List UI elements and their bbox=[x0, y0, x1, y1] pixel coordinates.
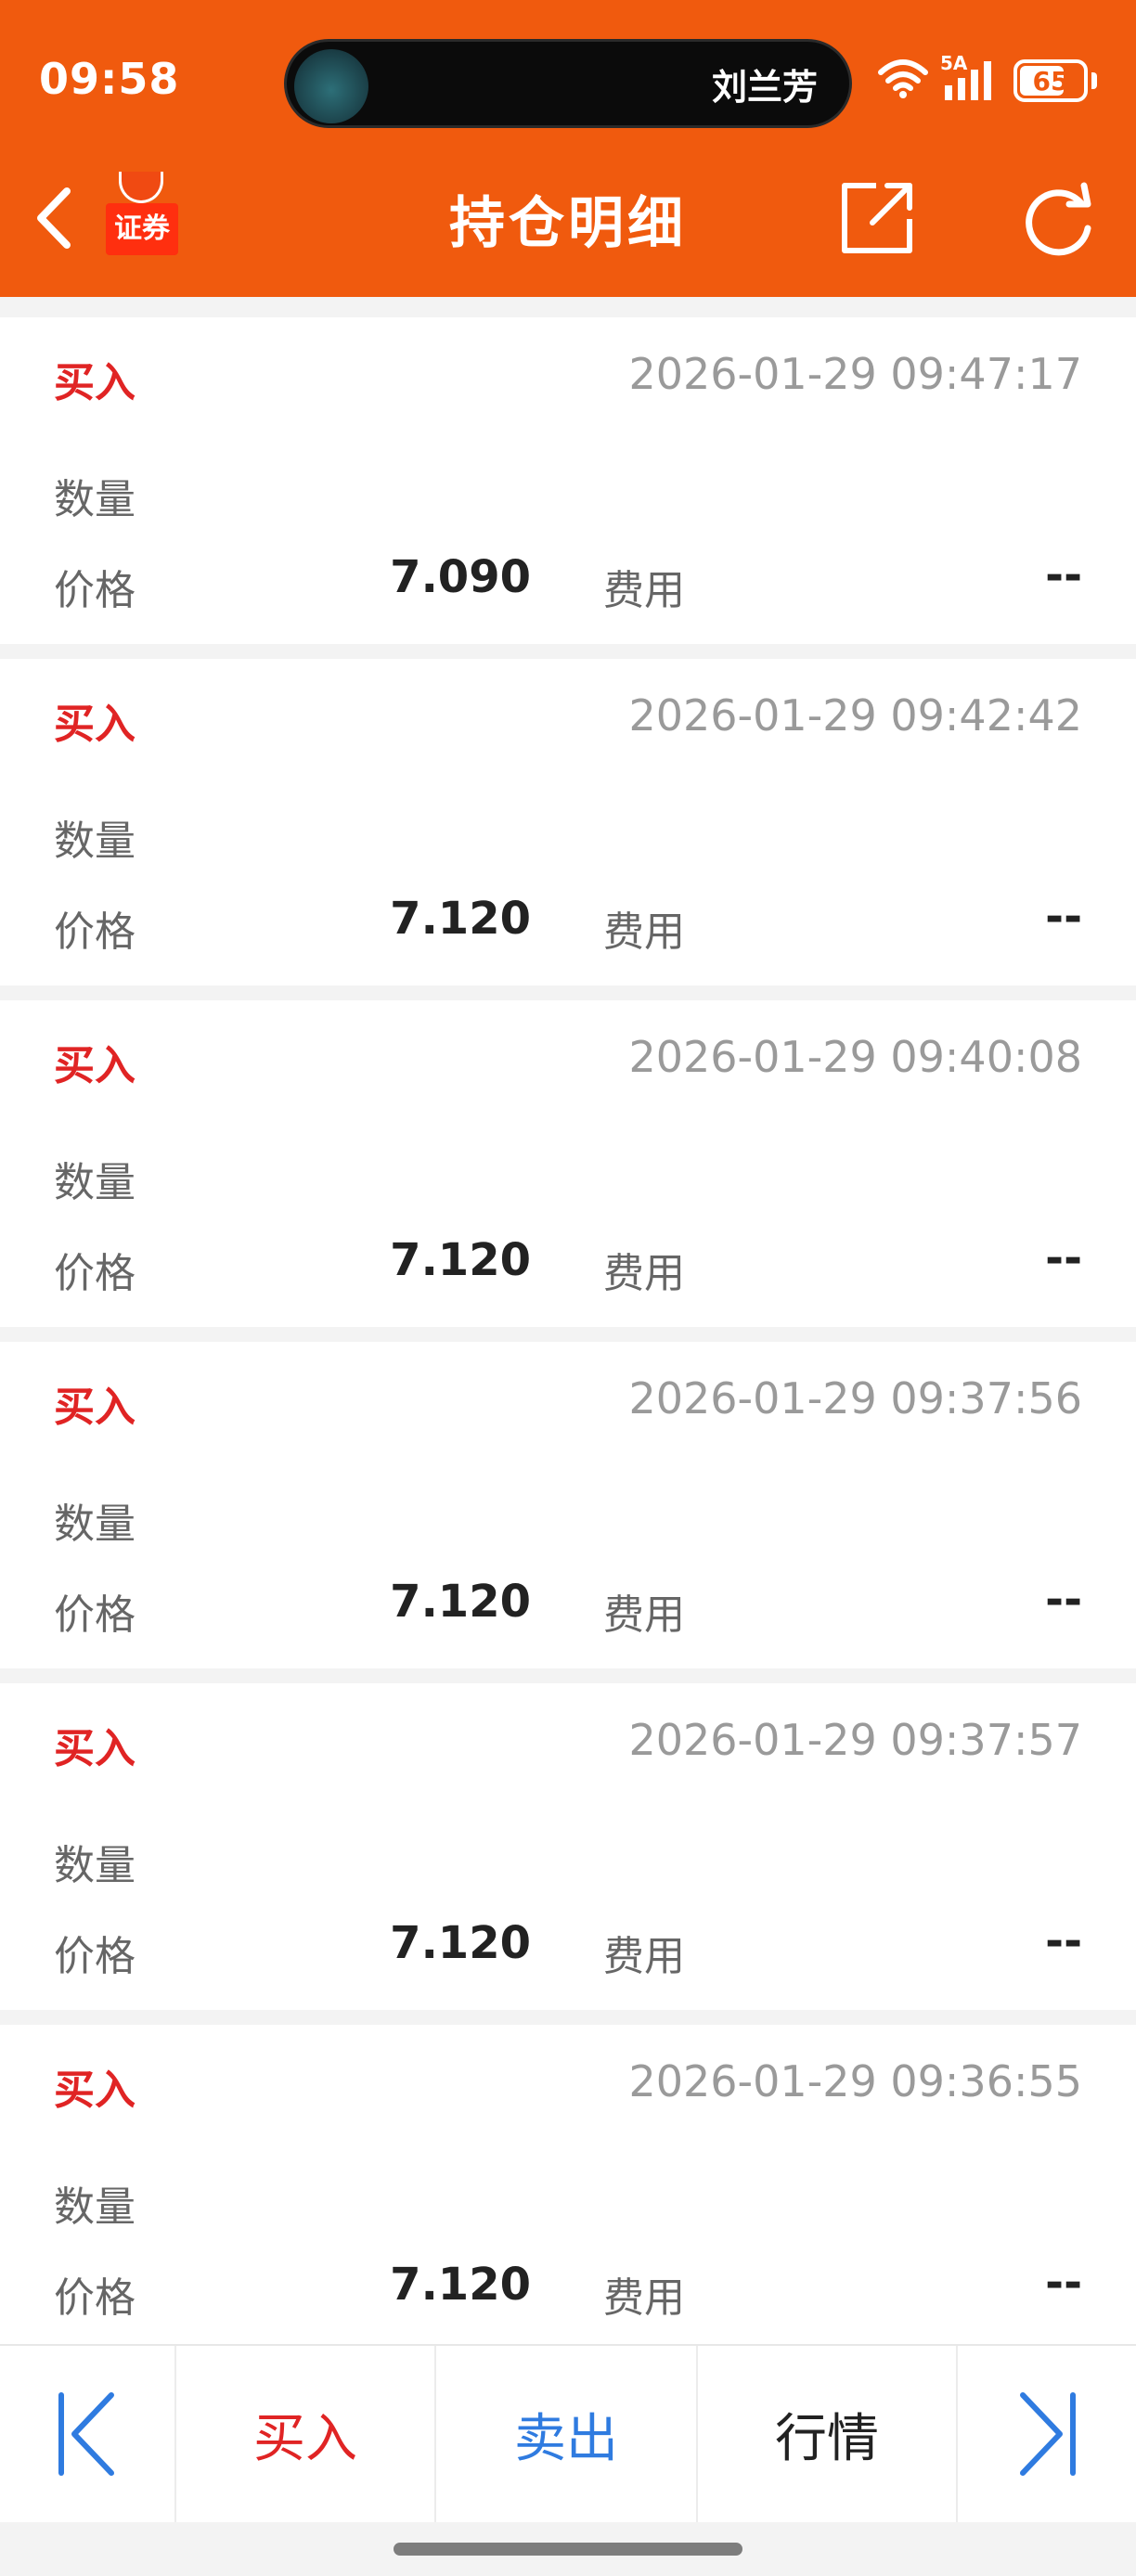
battery-cap bbox=[1091, 72, 1097, 89]
trade-type: 买入 bbox=[54, 2067, 136, 2114]
price-value: 7.120 bbox=[390, 893, 531, 945]
fee-value: -- bbox=[1045, 2257, 1082, 2309]
dynamic-island[interactable]: 刘兰芳 bbox=[284, 39, 852, 128]
quantity-label: 数量 bbox=[54, 1501, 136, 1548]
price-value: 7.120 bbox=[390, 1917, 531, 1969]
trade-card[interactable]: 买入 2026-01-29 09:36:55 数量 价格 7.120 费用 -- bbox=[0, 2025, 1136, 2351]
market-button[interactable]: 行情 bbox=[698, 2346, 958, 2522]
first-page-button[interactable] bbox=[0, 2346, 176, 2522]
skip-last-icon bbox=[1020, 2392, 1076, 2476]
price-value: 7.120 bbox=[390, 1576, 531, 1628]
page-title: 持仓明细 bbox=[449, 191, 687, 256]
trade-card[interactable]: 买入 2026-01-29 09:47:17 数量 价格 7.090 费用 -- bbox=[0, 317, 1136, 644]
price-label: 价格 bbox=[54, 1933, 136, 1980]
fee-label: 费用 bbox=[603, 2274, 685, 2322]
trade-time: 2026-01-29 09:40:08 bbox=[628, 1032, 1082, 1082]
island-avatar bbox=[294, 49, 368, 123]
buy-button[interactable]: 买入 bbox=[176, 2346, 436, 2522]
fee-label: 费用 bbox=[603, 1933, 685, 1980]
quantity-label: 数量 bbox=[54, 1842, 136, 1889]
share-button[interactable] bbox=[835, 176, 919, 260]
status-time: 09:58 bbox=[39, 54, 180, 104]
price-label: 价格 bbox=[54, 908, 136, 956]
fee-label: 费用 bbox=[603, 1250, 685, 1297]
fee-value: -- bbox=[1045, 891, 1082, 943]
fee-value: -- bbox=[1045, 1232, 1082, 1284]
fee-label: 费用 bbox=[603, 1591, 685, 1639]
trade-time: 2026-01-29 09:36:55 bbox=[628, 2056, 1082, 2106]
battery-percent: 65 bbox=[1032, 66, 1069, 97]
price-label: 价格 bbox=[54, 2274, 136, 2322]
trade-time: 2026-01-29 09:37:56 bbox=[628, 1373, 1082, 1423]
price-label: 价格 bbox=[54, 567, 136, 614]
trade-type: 买入 bbox=[54, 1042, 136, 1089]
fee-value: -- bbox=[1045, 1574, 1082, 1626]
island-caller-name: 刘兰芳 bbox=[711, 67, 818, 108]
trade-type: 买入 bbox=[54, 1725, 136, 1772]
app-header: 09:58 刘兰芳 5A 65 证券 持仓明细 bbox=[0, 0, 1136, 297]
battery-icon: 65 bbox=[1013, 59, 1088, 102]
home-indicator[interactable] bbox=[394, 2543, 742, 2556]
trade-type: 买入 bbox=[54, 1384, 136, 1431]
fee-label: 费用 bbox=[603, 908, 685, 956]
trade-card[interactable]: 买入 2026-01-29 09:37:57 数量 价格 7.120 费用 -- bbox=[0, 1683, 1136, 2010]
status-bar: 09:58 刘兰芳 5A 65 bbox=[0, 0, 1136, 167]
trade-type: 买入 bbox=[54, 359, 136, 406]
quantity-label: 数量 bbox=[54, 2183, 136, 2231]
trade-time: 2026-01-29 09:42:42 bbox=[628, 690, 1082, 741]
refresh-icon bbox=[1026, 182, 1091, 256]
signal-icon bbox=[945, 61, 991, 100]
skip-first-icon bbox=[58, 2392, 114, 2476]
trade-card[interactable]: 买入 2026-01-29 09:37:56 数量 价格 7.120 费用 -- bbox=[0, 1342, 1136, 1668]
quantity-label: 数量 bbox=[54, 818, 136, 865]
fee-label: 费用 bbox=[603, 567, 685, 614]
trade-card[interactable]: 买入 2026-01-29 09:40:08 数量 价格 7.120 费用 -- bbox=[0, 1000, 1136, 1327]
price-value: 7.120 bbox=[390, 2259, 531, 2311]
refresh-button[interactable] bbox=[1012, 176, 1104, 269]
wifi-icon bbox=[878, 59, 928, 98]
price-label: 价格 bbox=[54, 1250, 136, 1297]
fee-value: -- bbox=[1045, 1915, 1082, 1967]
price-label: 价格 bbox=[54, 1591, 136, 1639]
bottom-toolbar: 买入 卖出 行情 bbox=[0, 2344, 1136, 2522]
trade-list[interactable]: 买入 2026-01-29 09:47:17 数量 价格 7.090 费用 --… bbox=[0, 317, 1136, 2366]
last-page-button[interactable] bbox=[958, 2346, 1136, 2522]
trade-type: 买入 bbox=[54, 701, 136, 748]
price-value: 7.090 bbox=[390, 551, 531, 603]
quantity-label: 数量 bbox=[54, 1159, 136, 1206]
trade-card[interactable]: 买入 2026-01-29 09:42:42 数量 价格 7.120 费用 -- bbox=[0, 659, 1136, 985]
share-icon bbox=[842, 183, 912, 253]
quantity-label: 数量 bbox=[54, 476, 136, 523]
price-value: 7.120 bbox=[390, 1234, 531, 1286]
fee-value: -- bbox=[1045, 549, 1082, 601]
sell-button[interactable]: 卖出 bbox=[436, 2346, 698, 2522]
trade-time: 2026-01-29 09:37:57 bbox=[628, 1715, 1082, 1765]
trade-time: 2026-01-29 09:47:17 bbox=[628, 349, 1082, 399]
